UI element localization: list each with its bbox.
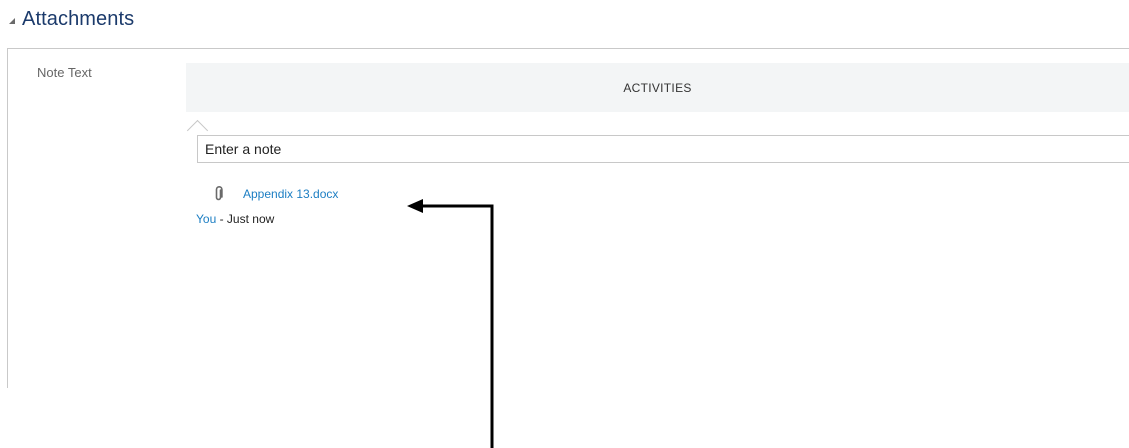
- section-left-border: [7, 48, 8, 388]
- note-text-label: Note Text: [37, 65, 92, 80]
- section-divider: [8, 48, 1129, 49]
- timestamp: Just now: [226, 212, 275, 226]
- collapse-triangle-icon[interactable]: [9, 17, 15, 24]
- section-header[interactable]: Attachments: [0, 4, 134, 34]
- author-link[interactable]: You: [196, 212, 216, 226]
- meta-separator: -: [216, 212, 227, 226]
- paperclip-icon: [215, 186, 223, 201]
- activities-tab-label: ACTIVITIES: [623, 80, 692, 95]
- annotation-arrow-head: [407, 199, 423, 213]
- activities-tab[interactable]: ACTIVITIES: [186, 63, 1129, 112]
- attachment-file-link[interactable]: Appendix 13.docx: [243, 187, 338, 201]
- note-input[interactable]: [197, 135, 1129, 163]
- annotation-arrow-line: [420, 204, 494, 448]
- attachment-row: Appendix 13.docx: [213, 186, 338, 202]
- attachment-meta: You - Just now: [196, 212, 274, 226]
- section-title: Attachments: [22, 7, 135, 30]
